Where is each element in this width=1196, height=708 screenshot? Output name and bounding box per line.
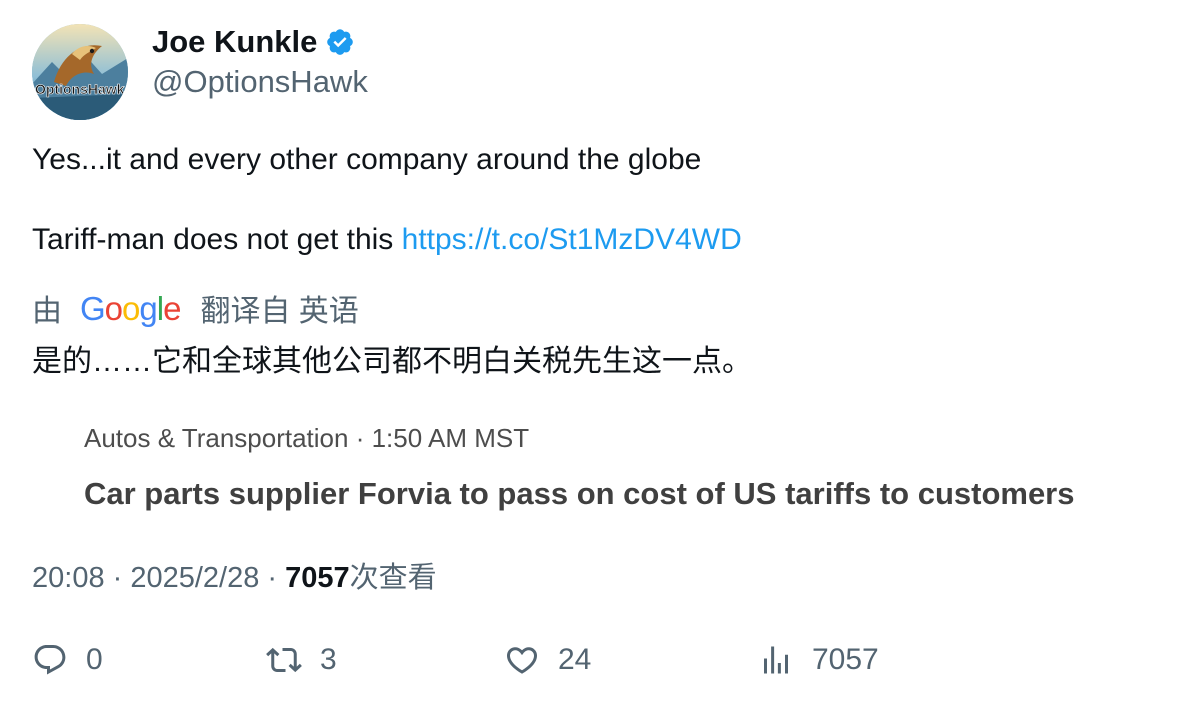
tweet-text-line-2: Tariff-man does not get this https://t.c…: [32, 223, 742, 257]
view-count: 7057: [285, 562, 350, 594]
card-meta[interactable]: Autos & Transportation · 1:50 AM MST: [84, 423, 529, 454]
reply-icon: [32, 642, 68, 678]
like-button[interactable]: 24: [504, 636, 591, 684]
like-icon: [504, 642, 540, 678]
translated-by-label: 由: [32, 295, 62, 328]
retweet-icon: [266, 642, 302, 678]
author-name[interactable]: Joe Kunkle: [152, 24, 317, 60]
google-logo: Google: [80, 289, 181, 327]
card-title[interactable]: Car parts supplier Forvia to pass on cos…: [84, 476, 1075, 512]
retweet-count: 3: [320, 643, 337, 676]
views-icon: [758, 642, 794, 678]
reply-count: 0: [86, 643, 103, 676]
tweet-text-line-1: Yes...it and every other company around …: [32, 143, 702, 176]
translation-source-language[interactable]: 翻译自 英语: [200, 286, 358, 330]
meta-separator: ·: [259, 562, 286, 594]
views-label: 次查看: [349, 562, 437, 594]
like-count: 24: [558, 643, 592, 676]
views-count: 7057: [812, 643, 879, 676]
avatar-logo-text: OptionsHawk: [35, 81, 125, 97]
tweet-meta: 20:08 · 2025/2/28 · 7057次查看: [32, 554, 437, 596]
translation-attribution: 由 Google 翻译自 英语: [32, 286, 359, 330]
avatar[interactable]: OptionsHawk: [32, 24, 128, 120]
reply-button[interactable]: 0: [32, 636, 103, 684]
author-name-row: Joe Kunkle: [152, 22, 355, 62]
views-button[interactable]: 7057: [758, 636, 879, 684]
tweet-text: Tariff-man does not get this: [32, 223, 402, 256]
tweet-time[interactable]: 20:08: [32, 562, 105, 594]
avatar-image: OptionsHawk: [32, 24, 128, 120]
retweet-button[interactable]: 3: [266, 636, 337, 684]
translated-text: 是的……它和全球其他公司都不明白关税先生这一点。: [32, 345, 752, 378]
verified-badge-icon: [325, 27, 355, 57]
tweet-detail: OptionsHawk Joe Kunkle @OptionsHawk Yes.…: [0, 0, 1196, 708]
tweet-date[interactable]: 2025/2/28: [130, 562, 259, 594]
meta-separator: ·: [104, 562, 131, 594]
tweet-link[interactable]: https://t.co/St1MzDV4WD: [402, 223, 742, 256]
author-handle[interactable]: @OptionsHawk: [152, 64, 368, 100]
action-bar: 0 3 24 7057: [0, 636, 1196, 684]
